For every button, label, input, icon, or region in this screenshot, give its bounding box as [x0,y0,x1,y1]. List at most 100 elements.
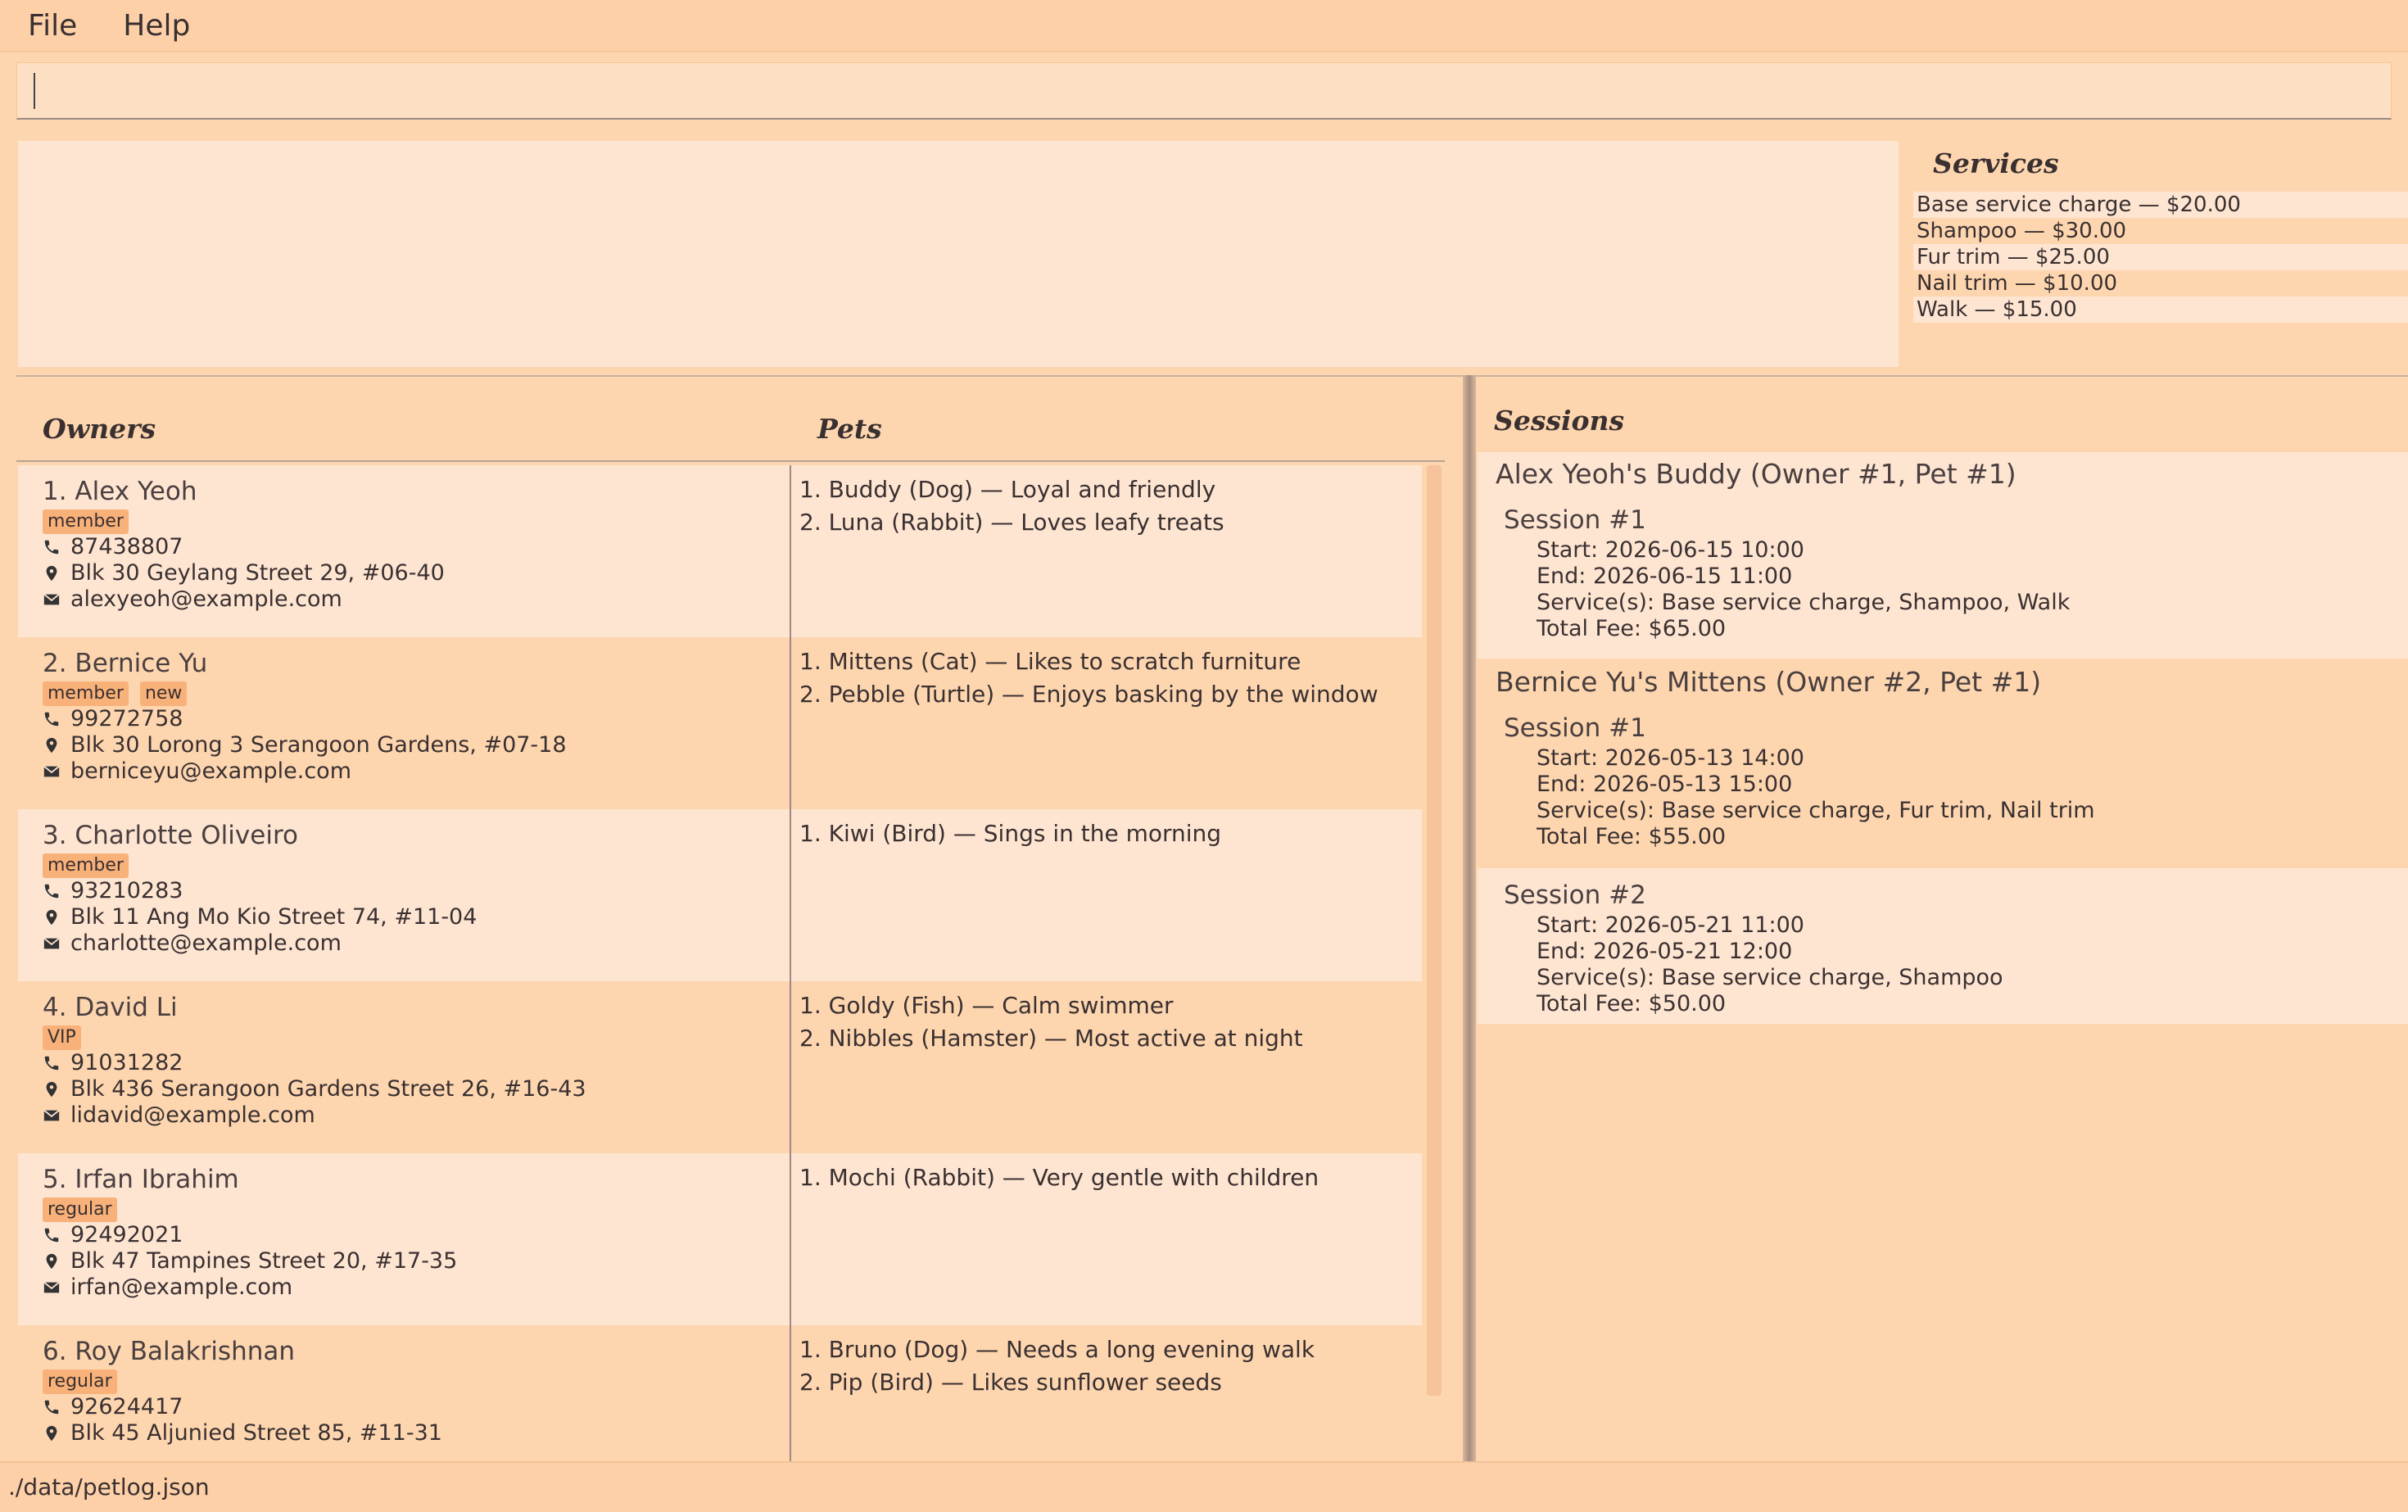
pets-cell: 1. Bruno (Dog) — Needs a long evening wa… [799,1333,1422,1399]
owner-phone: 91031282 [43,1050,796,1076]
session-end: End: 2026-06-15 11:00 [1537,564,1793,589]
services-title: Services [1933,147,2059,179]
address-text: Blk 47 Tampines Street 20, #17-35 [70,1248,458,1274]
service-item: Shampoo — $30.00 [1917,219,2127,243]
map-pin-icon [46,737,57,754]
owner-tags: regular [43,1197,796,1222]
session-item[interactable]: Session #2 Start: 2026-05-21 11:00 End: … [1478,868,2408,1024]
owner-row[interactable]: 1. Alex Yeoh member 87438807 Blk 30 Geyl… [18,465,1422,637]
pet-item: 1. Mittens (Cat) — Likes to scratch furn… [799,648,1301,675]
owner-phone: 92624417 [43,1394,796,1420]
phone-text: 92492021 [70,1222,183,1247]
service-item: Base service charge — $20.00 [1913,192,2408,218]
owner-phone: 92492021 [43,1222,796,1248]
owner-address: Blk 30 Geylang Street 29, #06-40 [43,560,796,586]
owner-tags: member new [43,681,796,706]
phone-text: 91031282 [70,1050,183,1075]
menu-bar: File Help [0,0,2408,52]
owners-scrollbar[interactable] [1427,465,1442,1396]
pets-column-header: Pets [817,413,882,445]
tag-badge: member [43,509,129,534]
email-text: charlotte@example.com [70,930,342,956]
session-end: End: 2026-05-13 15:00 [1537,772,1793,797]
owner-row[interactable]: 3. Charlotte Oliveiro member 93210283 Bl… [18,809,1422,981]
tag-badge: regular [43,1369,117,1394]
owner-card: 3. Charlotte Oliveiro member 93210283 Bl… [43,817,796,957]
session-group[interactable]: Alex Yeoh's Buddy (Owner #1, Pet #1) Ses… [1478,452,2408,659]
phone-text: 87438807 [70,534,183,559]
command-box [16,62,2392,120]
pets-cell: 1. Buddy (Dog) — Loyal and friendly 2. L… [799,473,1422,539]
column-divider [790,465,791,637]
owner-address: Blk 436 Serangoon Gardens Street 26, #16… [43,1076,796,1102]
owner-phone: 87438807 [43,534,796,560]
address-text: Blk 436 Serangoon Gardens Street 26, #16… [70,1076,586,1102]
phone-text: 99272758 [70,706,183,731]
session-group-title: Bernice Yu's Mittens (Owner #2, Pet #1) [1496,666,2042,698]
pet-item: 1. Kiwi (Bird) — Sings in the morning [799,820,1222,847]
owner-row[interactable]: 2. Bernice Yu member new 99272758 Blk 30… [18,637,1422,809]
session-label: Session #1 [1504,713,1646,743]
pets-cell: 1. Mochi (Rabbit) — Very gentle with chi… [799,1161,1422,1194]
owner-card: 5. Irfan Ibrahim regular 92492021 Blk 47… [43,1161,796,1301]
command-input[interactable] [17,63,2391,118]
owner-name: 1. Alex Yeoh [43,477,197,506]
address-text: Blk 30 Lorong 3 Serangoon Gardens, #07-1… [70,732,567,758]
envelope-icon [43,1281,61,1294]
envelope-icon [43,937,61,950]
menu-file[interactable]: File [18,6,87,46]
owner-address: Blk 30 Lorong 3 Serangoon Gardens, #07-1… [43,732,796,758]
service-item: Nail trim — $10.00 [1917,271,2118,296]
sessions-panel: Sessions Alex Yeoh's Buddy (Owner #1, Pe… [1476,375,2408,1461]
pet-item: 1. Mochi (Rabbit) — Very gentle with chi… [799,1164,1319,1191]
owner-name: 2. Bernice Yu [43,649,208,678]
owner-email: berniceyu@example.com [43,758,796,785]
owner-row[interactable]: 5. Irfan Ibrahim regular 92492021 Blk 47… [18,1153,1422,1325]
address-text: Blk 11 Ang Mo Kio Street 74, #11-04 [70,904,478,930]
owner-tags: member [43,853,796,878]
owner-row[interactable]: 6. Roy Balakrishnan regular 92624417 Blk… [18,1325,1422,1461]
tag-badge: regular [43,1197,117,1222]
owner-address: Blk 47 Tampines Street 20, #17-35 [43,1248,796,1274]
header-divider [16,460,1445,462]
owner-tags: member [43,509,796,534]
session-group-title: Alex Yeoh's Buddy (Owner #1, Pet #1) [1496,458,2016,490]
session-services: Service(s): Base service charge, Fur tri… [1537,798,2095,823]
session-start: Start: 2026-05-21 11:00 [1537,912,1804,938]
owner-row[interactable]: 4. David Li VIP 91031282 Blk 436 Serango… [18,981,1422,1153]
split-pane-divider[interactable] [1463,375,1476,1461]
pet-item: 1. Buddy (Dog) — Loyal and friendly [799,476,1216,503]
owner-name: 3. Charlotte Oliveiro [43,821,298,850]
pets-cell: 1. Kiwi (Bird) — Sings in the morning [799,817,1422,850]
session-label: Session #1 [1504,505,1646,535]
owner-list: 1. Alex Yeoh member 87438807 Blk 30 Geyl… [18,465,1422,1461]
map-pin-icon [46,1081,57,1098]
owner-card: 4. David Li VIP 91031282 Blk 436 Serango… [43,989,796,1129]
pet-item: 1. Bruno (Dog) — Needs a long evening wa… [799,1336,1315,1363]
owner-name: 4. David Li [43,993,178,1022]
owners-panel: Owners Pets 1. Alex Yeoh member 87438807… [16,375,1474,1461]
map-pin-icon [46,1425,57,1442]
session-fee: Total Fee: $65.00 [1537,616,1727,641]
pets-cell: 1. Goldy (Fish) — Calm swimmer 2. Nibble… [799,989,1422,1055]
session-group[interactable]: Bernice Yu's Mittens (Owner #2, Pet #1) … [1478,660,2408,868]
owner-email: irfan@example.com [43,1274,796,1301]
owner-card: 2. Bernice Yu member new 99272758 Blk 30… [43,645,796,785]
session-fee: Total Fee: $55.00 [1537,824,1727,849]
session-services: Service(s): Base service charge, Shampoo… [1537,590,2071,615]
owner-email: charlotte@example.com [43,930,796,957]
services-panel: Services Base service charge — $20.00 Sh… [1900,138,2408,367]
owner-name: 6. Roy Balakrishnan [43,1337,296,1366]
data-file-path: ./data/petlog.json [8,1474,210,1501]
address-text: Blk 30 Geylang Street 29, #06-40 [70,560,445,586]
service-item: Walk — $15.00 [1913,297,2408,323]
tag-badge: VIP [43,1025,81,1050]
column-divider [790,637,791,809]
owner-card: 1. Alex Yeoh member 87438807 Blk 30 Geyl… [43,473,796,613]
session-start: Start: 2026-06-15 10:00 [1537,537,1804,563]
pet-item: 2. Pebble (Turtle) — Enjoys basking by t… [799,681,1378,708]
sessions-title: Sessions [1494,405,1625,437]
column-divider [790,1325,791,1461]
menu-help[interactable]: Help [113,6,200,46]
owner-email: lidavid@example.com [43,1102,796,1129]
